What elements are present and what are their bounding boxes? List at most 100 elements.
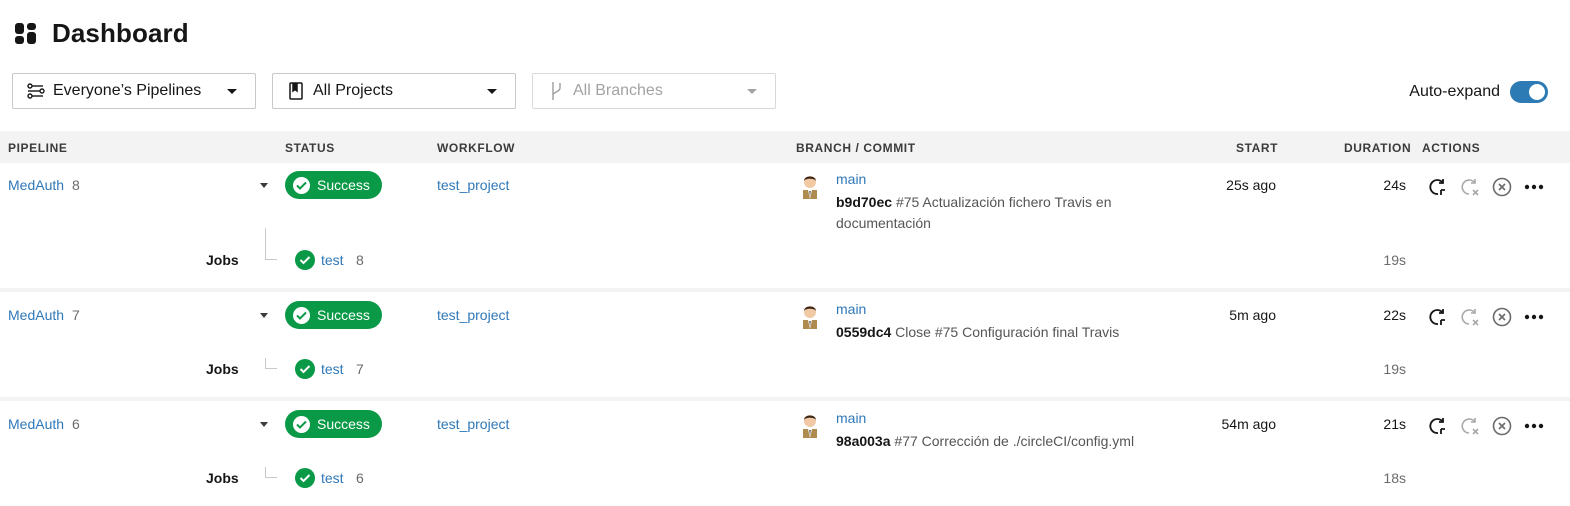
cancel-icon[interactable] (1491, 176, 1513, 198)
branch-link[interactable]: main (836, 410, 866, 426)
status-label: Success (317, 307, 370, 323)
user-avatar (798, 410, 822, 438)
table-header: PIPELINE STATUS WORKFLOW BRANCH / COMMIT… (0, 131, 1570, 163)
job-duration: 19s (1383, 361, 1406, 377)
job-success-icon (295, 250, 315, 270)
commit-hash[interactable]: 0559dc4 (836, 324, 891, 340)
rerun-icon[interactable] (1427, 176, 1449, 198)
status-badge[interactable]: Success (285, 301, 382, 329)
col-duration: DURATION (1344, 141, 1412, 155)
more-icon[interactable] (1523, 306, 1545, 328)
job-name-link[interactable]: test (321, 470, 344, 486)
cancel-icon[interactable] (1491, 415, 1513, 437)
git-branch-icon (547, 82, 565, 100)
auto-expand-label: Auto-expand (1409, 83, 1500, 100)
status-label: Success (317, 177, 370, 193)
jobs-label: Jobs (206, 470, 239, 486)
job-name-link[interactable]: test (321, 252, 344, 268)
col-workflow: WORKFLOW (437, 141, 516, 155)
commit-hash[interactable]: 98a003a (836, 433, 891, 449)
job-success-icon (295, 359, 315, 379)
commit-hash[interactable]: b9d70ec (836, 194, 892, 210)
expand-chevron-icon[interactable] (260, 422, 268, 427)
pipeline-number: 8 (72, 177, 80, 193)
pipelines-filter-icon (27, 82, 45, 100)
status-badge[interactable]: Success (285, 171, 382, 199)
user-avatar (798, 301, 822, 329)
col-start: START (1236, 141, 1279, 155)
rerun-failed-icon[interactable] (1459, 415, 1481, 437)
pipeline-project-link[interactable]: MedAuth (8, 177, 64, 193)
page-header: Dashboard (14, 18, 189, 49)
row-separator (0, 397, 1570, 401)
project-book-icon (287, 82, 305, 100)
auto-expand-toggle[interactable] (1510, 81, 1548, 103)
pipeline-number: 7 (72, 307, 80, 323)
pipeline-project-link[interactable]: MedAuth (8, 416, 64, 432)
col-pipeline: PIPELINE (8, 141, 68, 155)
job-item[interactable]: test 8 (321, 252, 364, 270)
jobs-label: Jobs (206, 361, 239, 377)
rerun-failed-icon[interactable] (1459, 176, 1481, 198)
dashboard-icon (15, 22, 36, 44)
rerun-icon[interactable] (1427, 415, 1449, 437)
workflow-link[interactable]: test_project (437, 416, 509, 432)
col-actions: ACTIONS (1422, 141, 1481, 155)
pipeline-name[interactable]: MedAuth 6 (8, 416, 80, 434)
start-time: 54m ago (1221, 416, 1276, 432)
projects-filter-dropdown[interactable]: All Projects (272, 73, 516, 109)
check-circle-icon (293, 176, 310, 194)
status-label: Success (317, 416, 370, 432)
row-separator (0, 288, 1570, 292)
start-time: 5m ago (1229, 307, 1276, 323)
branches-filter-label: All Branches (573, 82, 663, 99)
job-number: 8 (356, 252, 364, 268)
more-icon[interactable] (1523, 176, 1545, 198)
page-title: Dashboard (52, 18, 189, 48)
commit-info: 98a003a #77 Corrección de ./circleCI/con… (836, 431, 1136, 452)
toggle-knob (1529, 84, 1545, 100)
chevron-down-icon (227, 89, 237, 94)
job-tree-connector (265, 358, 277, 369)
pipeline-project-link[interactable]: MedAuth (8, 307, 64, 323)
rerun-icon[interactable] (1427, 306, 1449, 328)
cancel-icon[interactable] (1491, 306, 1513, 328)
projects-filter-label: All Projects (313, 82, 394, 99)
filter-bar: Everyone’s Pipelines All Projects All Br… (12, 73, 776, 109)
rerun-failed-icon[interactable] (1459, 306, 1481, 328)
pipeline-duration: 22s (1383, 307, 1406, 323)
branch-link[interactable]: main (836, 171, 866, 187)
branch-link[interactable]: main (836, 301, 866, 317)
pipeline-number: 6 (72, 416, 80, 432)
job-item[interactable]: test 7 (321, 361, 364, 379)
job-duration: 19s (1383, 252, 1406, 268)
workflow-link[interactable]: test_project (437, 307, 509, 323)
start-time: 25s ago (1226, 177, 1276, 193)
expand-chevron-icon[interactable] (260, 183, 268, 188)
auto-expand-control: Auto-expand (1409, 81, 1548, 103)
job-duration: 18s (1383, 470, 1406, 486)
check-circle-icon (293, 415, 310, 433)
job-success-icon (295, 468, 315, 488)
branches-filter-dropdown[interactable]: All Branches (532, 73, 776, 109)
col-branch-commit: BRANCH / COMMIT (796, 141, 916, 155)
pipelines-filter-label: Everyone’s Pipelines (53, 82, 202, 99)
workflow-link[interactable]: test_project (437, 177, 509, 193)
expand-chevron-icon[interactable] (260, 313, 268, 318)
job-name-link[interactable]: test (321, 361, 344, 377)
job-tree-connector (265, 467, 277, 478)
chevron-down-icon (487, 89, 497, 94)
jobs-label: Jobs (206, 252, 239, 268)
pipeline-name[interactable]: MedAuth 8 (8, 177, 80, 195)
job-number: 7 (356, 361, 364, 377)
pipeline-name[interactable]: MedAuth 7 (8, 307, 80, 325)
status-badge[interactable]: Success (285, 410, 382, 438)
pipeline-duration: 24s (1383, 177, 1406, 193)
job-item[interactable]: test 6 (321, 470, 364, 488)
more-icon[interactable] (1523, 415, 1545, 437)
commit-message: #77 Corrección de ./circleCI/config.yml (894, 433, 1135, 449)
chevron-down-icon (747, 89, 757, 94)
check-circle-icon (293, 306, 310, 324)
pipeline-duration: 21s (1383, 416, 1406, 432)
pipelines-filter-dropdown[interactable]: Everyone’s Pipelines (12, 73, 256, 109)
